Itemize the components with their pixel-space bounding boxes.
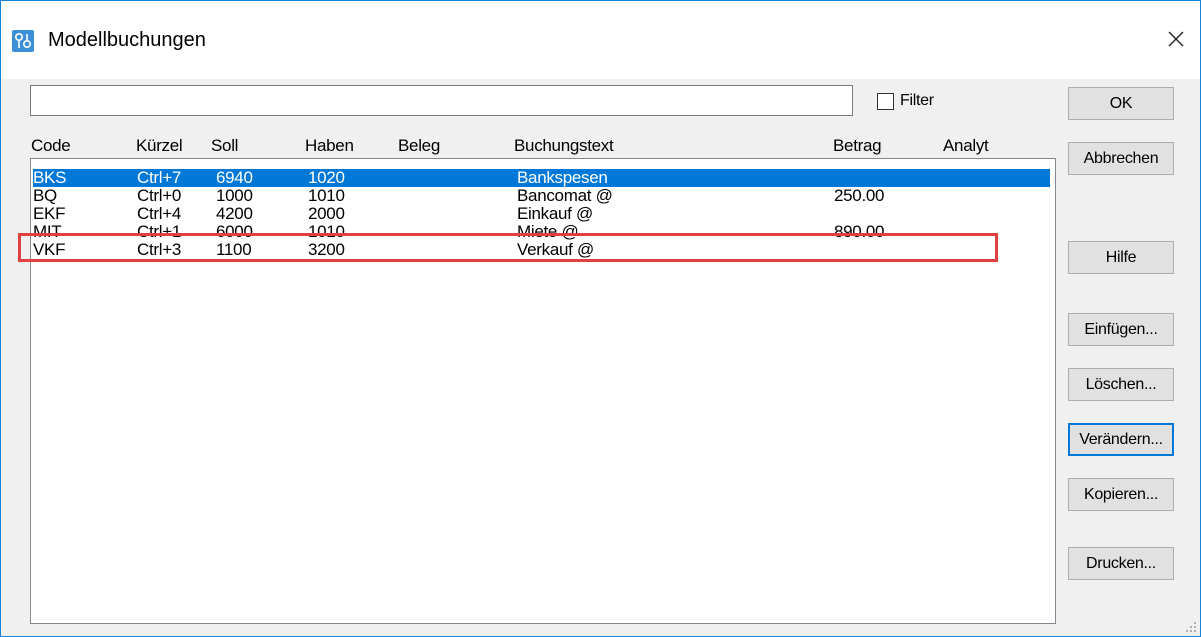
list-row-ekf[interactable]: EKF Ctrl+4 4200 2000 Einkauf @: [33, 205, 1050, 223]
row-text: Bankspesen: [517, 168, 608, 187]
row-text: Einkauf @: [517, 204, 593, 223]
row-haben: 1020: [308, 168, 345, 187]
list-row-bq[interactable]: BQ Ctrl+0 1000 1010 Bancomat @ 250.00: [33, 187, 1050, 205]
row-code: BKS: [33, 168, 67, 187]
app-icon: [12, 30, 34, 52]
change-button[interactable]: Verändern...: [1068, 423, 1174, 456]
column-header-analyt[interactable]: Analyt: [943, 136, 989, 156]
help-button[interactable]: Hilfe: [1068, 241, 1174, 274]
column-header-buchungstext[interactable]: Buchungstext: [514, 136, 614, 156]
window-title: Modellbuchungen: [48, 29, 206, 51]
row-text: Bancomat @: [517, 186, 613, 205]
row-code: MIT: [33, 222, 62, 241]
title-bar: Modellbuchungen: [1, 1, 1200, 79]
filter-checkbox-group[interactable]: Filter: [877, 92, 934, 110]
dialog-window: Modellbuchungen Filter Code Kürzel Soll …: [0, 0, 1201, 637]
column-header-beleg[interactable]: Beleg: [398, 136, 440, 156]
close-button[interactable]: [1156, 21, 1196, 57]
booking-list[interactable]: BKS Ctrl+7 6940 1020 Bankspesen BQ Ctrl+…: [30, 158, 1056, 624]
row-soll: 1100: [216, 240, 252, 259]
column-header-betrag[interactable]: Betrag: [833, 136, 882, 156]
column-header-haben[interactable]: Haben: [305, 136, 354, 156]
row-soll: 1000: [216, 186, 253, 205]
row-text: Miete @: [517, 222, 579, 241]
row-text: Verkauf @: [517, 240, 594, 259]
row-betrag: 890.00: [834, 222, 885, 241]
delete-button[interactable]: Löschen...: [1068, 368, 1174, 401]
list-row-mit[interactable]: MIT Ctrl+1 6000 1010 Miete @ 890.00: [33, 223, 1050, 241]
column-header-kuerzel[interactable]: Kürzel: [136, 136, 183, 156]
row-kuerzel: Ctrl+3: [137, 240, 182, 259]
column-header-soll[interactable]: Soll: [211, 136, 238, 156]
resize-grip-icon[interactable]: [1185, 621, 1197, 633]
list-row-bks[interactable]: BKS Ctrl+7 6940 1020 Bankspesen: [33, 169, 1050, 187]
close-icon: [1168, 31, 1184, 47]
row-soll: 6000: [216, 222, 253, 241]
list-row-vkf[interactable]: VKF Ctrl+3 1100 3200 Verkauf @: [33, 241, 1050, 259]
row-soll: 4200: [216, 204, 253, 223]
row-betrag: 250.00: [834, 186, 885, 205]
ok-button[interactable]: OK: [1068, 87, 1174, 120]
row-haben: 3200: [308, 240, 345, 259]
row-kuerzel: Ctrl+0: [137, 186, 182, 205]
row-soll: 6940: [216, 168, 253, 187]
row-code: EKF: [33, 204, 66, 223]
row-kuerzel: Ctrl+7: [137, 168, 182, 187]
filter-label: Filter: [900, 92, 934, 109]
row-code: VKF: [33, 240, 66, 259]
row-haben: 1010: [308, 222, 345, 241]
row-haben: 1010: [308, 186, 345, 205]
row-kuerzel: Ctrl+4: [137, 204, 182, 223]
row-code: BQ: [33, 186, 57, 205]
column-header-code[interactable]: Code: [31, 136, 71, 156]
copy-button[interactable]: Kopieren...: [1068, 478, 1174, 511]
filter-checkbox[interactable]: [877, 92, 894, 110]
row-kuerzel: Ctrl+1: [137, 222, 182, 241]
cancel-button[interactable]: Abbrechen: [1068, 142, 1174, 175]
row-haben: 2000: [308, 204, 345, 223]
search-input[interactable]: [30, 85, 853, 116]
insert-button[interactable]: Einfügen...: [1068, 313, 1174, 346]
print-button[interactable]: Drucken...: [1068, 547, 1174, 580]
